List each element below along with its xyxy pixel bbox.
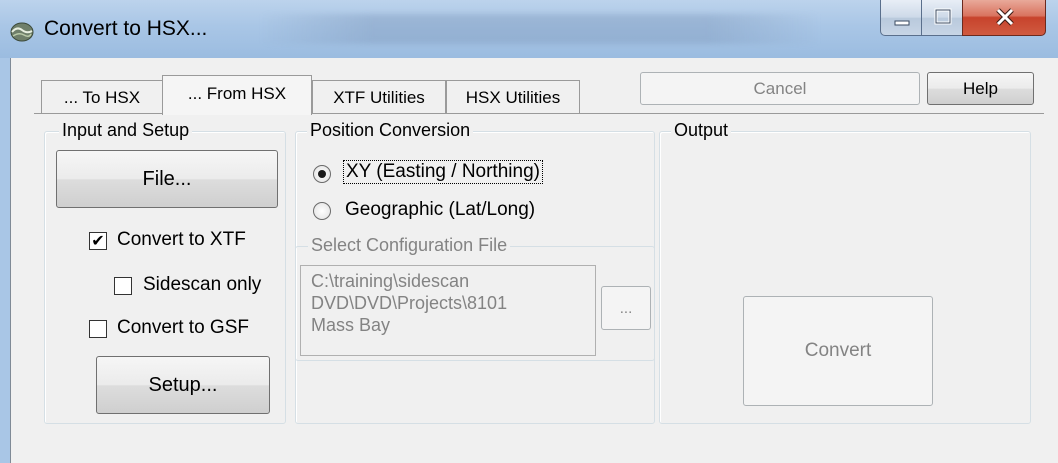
config-file-path-field[interactable]: C:\training\sidescan DVD\DVD\Projects\81… <box>300 265 596 356</box>
app-icon[interactable] <box>10 19 34 43</box>
input-setup-label: Input and Setup <box>59 120 193 141</box>
xy-radio-label[interactable]: XY (Easting / Northing) <box>343 160 543 184</box>
convert-xtf-label[interactable]: Convert to XTF <box>117 229 246 251</box>
convert-gsf-checkbox[interactable] <box>89 320 107 338</box>
maximize-icon <box>934 8 952 25</box>
minimize-button[interactable] <box>880 0 922 36</box>
tab-hsx-utilities[interactable]: HSX Utilities <box>446 80 580 114</box>
geographic-radio[interactable] <box>313 202 331 220</box>
help-button[interactable]: Help <box>927 72 1034 105</box>
convert-button[interactable]: Convert <box>743 296 933 406</box>
tab-from-hsx[interactable]: ... From HSX <box>162 75 312 115</box>
minimize-icon <box>894 20 910 26</box>
close-button[interactable] <box>962 0 1046 36</box>
maximize-button[interactable] <box>921 0 963 36</box>
xy-radio[interactable] <box>313 165 331 183</box>
browse-config-button[interactable]: ... <box>601 286 651 330</box>
convert-gsf-label[interactable]: Convert to GSF <box>117 317 249 339</box>
config-file-label: Select Configuration File <box>308 235 511 256</box>
tab-to-hsx[interactable]: ... To HSX <box>41 80 162 114</box>
tab-xtf-utilities[interactable]: XTF Utilities <box>312 80 446 114</box>
file-button[interactable]: File... <box>56 150 278 208</box>
window-title: Convert to HSX... <box>44 17 208 40</box>
output-label: Output <box>671 120 732 141</box>
close-icon <box>996 8 1014 26</box>
sidescan-only-checkbox[interactable] <box>114 277 132 295</box>
convert-xtf-checkbox[interactable]: ✔ <box>89 232 107 250</box>
sidescan-only-label[interactable]: Sidescan only <box>143 274 261 296</box>
setup-button[interactable]: Setup... <box>96 356 270 414</box>
cancel-button[interactable]: Cancel <box>640 72 920 105</box>
position-conversion-label: Position Conversion <box>307 120 474 141</box>
geographic-radio-label[interactable]: Geographic (Lat/Long) <box>345 199 535 221</box>
